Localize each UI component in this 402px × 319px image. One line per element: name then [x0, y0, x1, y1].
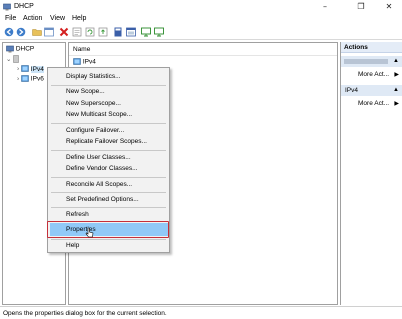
menu-item-new-scope[interactable]: New Scope... [66, 88, 105, 95]
properties-icon[interactable] [72, 27, 82, 37]
ipv4-icon [73, 58, 81, 65]
menu-item-help[interactable]: Help [66, 242, 79, 249]
tree-item-ipv4[interactable]: › IPv4 [17, 65, 44, 73]
minimize-button[interactable]: – [314, 1, 336, 12]
menu-item-replicate-failover[interactable]: Replicate Failover Scopes... [66, 138, 147, 145]
menu-bar: File Action View Help [0, 13, 402, 24]
menu-separator [51, 123, 166, 124]
menu-item-define-vendor-classes[interactable]: Define Vendor Classes... [66, 165, 138, 172]
menu-separator [51, 239, 166, 240]
help-icon[interactable] [113, 27, 123, 37]
close-button[interactable]: ✕ [378, 1, 400, 12]
menu-item-display-statistics[interactable]: Display Statistics... [66, 73, 121, 80]
collapse-arrow-icon[interactable]: ▲ [393, 87, 399, 93]
menu-item-configure-failover[interactable]: Configure Failover... [66, 127, 124, 134]
menu-separator [51, 207, 166, 208]
tree-item-ipv6[interactable]: › IPv6 [17, 75, 44, 83]
actions-pane: Actions ▲ More Act... ▶ IPv4 ▲ More Act.… [340, 42, 402, 305]
back-icon[interactable] [4, 27, 14, 37]
tree-label-ipv4: IPv4 [30, 65, 44, 73]
collapse-arrow-icon[interactable]: ▲ [393, 58, 399, 64]
tree-item-server[interactable]: ⌄ [6, 55, 20, 64]
actions-section-server[interactable]: ▲ [341, 56, 402, 67]
tree-item-dhcp[interactable]: DHCP [6, 45, 34, 53]
export-icon[interactable] [98, 27, 108, 37]
menu-item-new-multicast-scope[interactable]: New Multicast Scope... [66, 111, 132, 118]
blurred-server-name [344, 59, 388, 64]
folder-icon[interactable] [32, 27, 42, 37]
menu-action[interactable]: Action [23, 15, 42, 22]
refresh-icon[interactable] [85, 27, 95, 37]
dhcp-icon [6, 45, 14, 53]
menu-item-new-superscope[interactable]: New Superscope... [66, 100, 121, 107]
actions-header: Actions [341, 42, 402, 53]
menu-help[interactable]: Help [72, 15, 86, 22]
menu-item-set-predefined-options[interactable]: Set Predefined Options... [66, 196, 139, 203]
delete-icon[interactable] [59, 27, 69, 37]
column-header-name[interactable]: Name [69, 43, 337, 56]
chevron-right-icon[interactable]: › [17, 66, 19, 73]
menu-item-refresh[interactable]: Refresh [66, 211, 89, 218]
more-actions-link[interactable]: More Act... ▶ [341, 70, 402, 80]
cursor-icon [85, 227, 94, 238]
ipv4-icon [21, 65, 29, 72]
tree-label-dhcp: DHCP [15, 45, 35, 53]
menu-view[interactable]: View [50, 15, 65, 22]
menu-item-define-user-classes[interactable]: Define User Classes... [66, 154, 131, 161]
chevron-right-icon: ▶ [394, 101, 399, 107]
toolbar [0, 24, 402, 40]
monitor-icon-2[interactable] [154, 27, 164, 37]
list-item-label: IPv4 [82, 58, 96, 66]
title-bar: DHCP – ❐ ✕ [0, 0, 402, 13]
chevron-right-icon[interactable]: › [17, 76, 19, 83]
menu-separator [51, 85, 166, 86]
annotation-highlight-box [47, 221, 169, 238]
dhcp-app-icon [3, 3, 11, 11]
actions-section-ipv4[interactable]: IPv4 ▲ [341, 85, 402, 96]
menu-item-reconcile-all-scopes[interactable]: Reconcile All Scopes... [66, 181, 132, 188]
restore-button[interactable]: ❐ [350, 1, 372, 12]
more-actions-link-2[interactable]: More Act... ▶ [341, 99, 402, 109]
server-icon [13, 55, 20, 64]
menu-separator [51, 192, 166, 193]
ipv6-icon [21, 75, 29, 82]
tree-label-ipv6: IPv6 [30, 75, 44, 83]
console-tree-icon[interactable] [44, 27, 54, 37]
monitor-icon[interactable] [141, 27, 151, 37]
list-item[interactable]: IPv4 [73, 58, 96, 66]
menu-separator [51, 177, 166, 178]
window-title: DHCP [14, 3, 34, 10]
menu-file[interactable]: File [5, 15, 16, 22]
menu-separator [51, 150, 166, 151]
chevron-right-icon: ▶ [394, 72, 399, 78]
console-window-icon[interactable] [126, 27, 136, 37]
forward-icon[interactable] [16, 27, 26, 37]
status-bar: Opens the properties dialog box for the … [0, 306, 402, 319]
status-text: Opens the properties dialog box for the … [3, 310, 167, 317]
chevron-down-icon[interactable]: ⌄ [6, 56, 11, 63]
